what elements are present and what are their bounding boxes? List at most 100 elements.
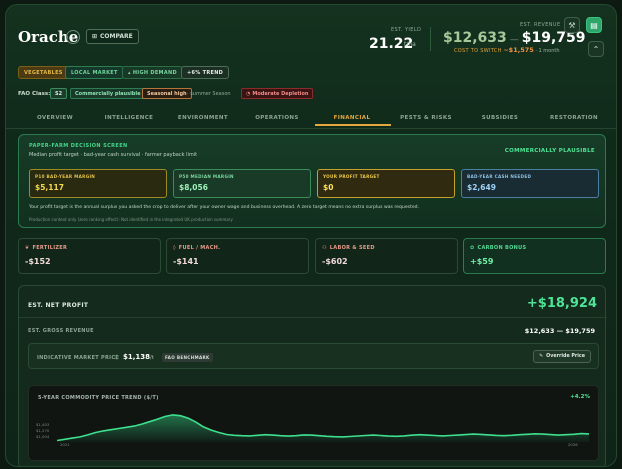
chevron-up-icon: ⌃	[592, 44, 600, 54]
override-price-label: Override Price	[546, 354, 585, 359]
net-profit-panel: EST. NET PROFIT +$18,924 EST. GROSS REVE…	[18, 285, 607, 466]
market-price-value: $1,138/t	[123, 353, 154, 361]
revenue-low: $12,633	[443, 30, 507, 46]
tab-financial[interactable]: FINANCIAL	[315, 115, 389, 121]
metric-cash-needed: BAD-YEAR CASH NEEDED $2,649	[461, 169, 599, 198]
fao-class-code: S2	[50, 88, 68, 99]
metric-target-label: YOUR PROFIT TARGET	[323, 174, 380, 179]
y-tick-label: $1,270	[36, 428, 50, 433]
fao-benchmark-badge: FAO BENCHMARK	[162, 353, 213, 362]
tab-overview[interactable]: OVERVIEW	[18, 115, 92, 121]
revenue-separator: —	[509, 35, 519, 45]
cost-to-switch-duration: · 1 month	[535, 48, 560, 54]
wrench-icon: ⚒	[568, 20, 576, 30]
warning-icon: ◔	[246, 90, 251, 97]
market-price-unit: /t	[150, 355, 154, 361]
tab-bar: OVERVIEW INTELLIGENCE ENVIRONMENT OPERAT…	[6, 109, 616, 129]
fuel-icon: ◊	[173, 245, 176, 251]
net-profit-label: EST. NET PROFIT	[28, 302, 89, 309]
tab-operations[interactable]: OPERATIONS	[240, 115, 314, 121]
favorite-heart-icon[interactable]: ♡	[66, 30, 80, 44]
carbon-icon: ✿	[470, 245, 475, 251]
metric-cash-value: $2,649	[467, 183, 496, 192]
tag-trend: +6% TREND	[181, 66, 230, 79]
leaf-icon: ❦	[25, 245, 30, 251]
metric-cash-label: BAD-YEAR CASH NEEDED	[467, 174, 532, 179]
market-price-row: INDICATIVE MARKET PRICE ⓘ $1,138/t FAO B…	[28, 343, 599, 369]
decision-screen-footnote: Production context only (zero ranking ef…	[29, 217, 233, 222]
metric-profit-target[interactable]: YOUR PROFIT TARGET $0	[317, 169, 455, 198]
tab-intelligence[interactable]: INTELLIGENCE	[92, 115, 166, 121]
decision-screen-subtitle: Median profit target · bad-year cash sur…	[29, 152, 198, 158]
fao-class-label: FAO Class:	[18, 91, 51, 97]
cost-to-switch: COST TO SWITCH ~$1,575 · 1 month	[454, 46, 560, 54]
tools-button[interactable]: ⚒	[564, 17, 580, 33]
tab-environment[interactable]: ENVIRONMENT	[166, 115, 240, 121]
active-tab-indicator	[315, 124, 391, 126]
metric-p10-label: P10 BAD-YEAR MARGIN	[35, 174, 96, 179]
compare-label: COMPARE	[100, 33, 133, 40]
metric-p50-value: $8,056	[179, 183, 208, 192]
y-tick-label: $1,403	[36, 422, 50, 427]
info-icon: ⓘ	[114, 355, 120, 361]
override-price-button[interactable]: ✎ Override Price	[533, 350, 591, 363]
carbon-bonus-value: +$59	[470, 257, 494, 266]
document-icon: ▤	[590, 20, 598, 30]
people-icon: ⚇	[322, 245, 327, 251]
net-profit-value: +$18,924	[526, 296, 597, 311]
chart-title: 5-YEAR COMMODITY PRICE TREND ($/T)	[38, 395, 159, 401]
header-divider	[430, 27, 431, 51]
crop-detail-card: Orache ♡ ⊞ COMPARE EST. YIELD 21.22 t/ha…	[5, 4, 617, 467]
y-tick-label: $1,004	[36, 434, 50, 439]
decision-screen-title: PAPER-FARM DECISION SCREEN	[29, 143, 128, 149]
compare-button[interactable]: ⊞ COMPARE	[86, 29, 139, 44]
cost-to-switch-label: COST TO SWITCH	[454, 48, 502, 54]
yield-label: EST. YIELD	[391, 27, 422, 33]
cost-fuel-label: FUEL / MACH.	[178, 245, 221, 251]
tab-subsidies[interactable]: SUBSIDIES	[463, 115, 537, 121]
decision-screen-panel: PAPER-FARM DECISION SCREEN Median profit…	[18, 134, 606, 228]
x-tick-label: 2026	[568, 442, 578, 447]
metric-p50: P50 MEDIAN MARGIN $8,056	[173, 169, 311, 198]
cost-fuel-value: -$141	[173, 257, 199, 266]
market-price-amount: $1,138	[123, 353, 151, 361]
cost-fuel: ◊ FUEL / MACH. -$141	[166, 238, 309, 274]
cost-labor-seed: ⚇ LABOR & SEED -$602	[315, 238, 458, 274]
collapse-button[interactable]: ⌃	[588, 41, 604, 57]
tab-restoration[interactable]: RESTORATION	[537, 115, 611, 121]
season-note: · summer Season	[187, 91, 231, 97]
cost-labor-value: -$602	[322, 257, 348, 266]
metric-p10-value: $5,117	[35, 183, 64, 192]
gross-revenue-value: $12,633 — $19,759	[524, 327, 595, 335]
cost-to-switch-value: ~$1,575	[503, 46, 534, 54]
pencil-icon: ✎	[539, 354, 544, 359]
gross-revenue-label: EST. GROSS REVENUE	[28, 328, 94, 334]
decision-screen-description: Your profit target is the annual surplus…	[29, 205, 420, 210]
carbon-bonus-label: CARBON BONUS	[477, 245, 527, 251]
fao-class-name: Commercially plausible	[70, 88, 146, 99]
market-price-label: INDICATIVE MARKET PRICE	[37, 355, 119, 361]
divider	[19, 317, 607, 318]
revenue-label: EST. REVENUE	[520, 22, 561, 28]
tag-demand: ▴ HIGH DEMAND	[122, 66, 183, 79]
cost-labor-label: LABOR & SEED	[329, 245, 375, 251]
tag-category: VEGETABLES	[18, 66, 69, 79]
tab-pests-risks[interactable]: PESTS & RISKS	[389, 115, 463, 121]
price-trend-chart: 5-YEAR COMMODITY PRICE TREND ($/T) +4.2%…	[28, 385, 599, 461]
depletion-label: Moderate Depletion	[252, 90, 309, 97]
cost-fertilizer-label: FERTILIZER	[32, 245, 68, 251]
depletion-badge: ◔ Moderate Depletion	[241, 88, 314, 99]
tag-market: LOCAL MARKET	[65, 66, 124, 79]
tag-demand-label: HIGH DEMAND	[132, 69, 177, 76]
trend-change: +4.2%	[570, 394, 590, 400]
seasonal-badge: Seasonal high	[142, 88, 192, 99]
cost-fertilizer: ❦ FERTILIZER -$152	[18, 238, 161, 274]
trend-area-fill	[57, 414, 589, 442]
arrow-up-icon: ▴	[128, 69, 131, 76]
metric-target-value: $0	[323, 183, 334, 192]
export-button[interactable]: ▤	[586, 17, 602, 33]
cost-fertilizer-value: -$152	[25, 257, 51, 266]
grid-icon: ⊞	[92, 33, 98, 40]
x-tick-label: 2021	[60, 442, 70, 447]
season-note-text: summer Season	[190, 91, 231, 97]
